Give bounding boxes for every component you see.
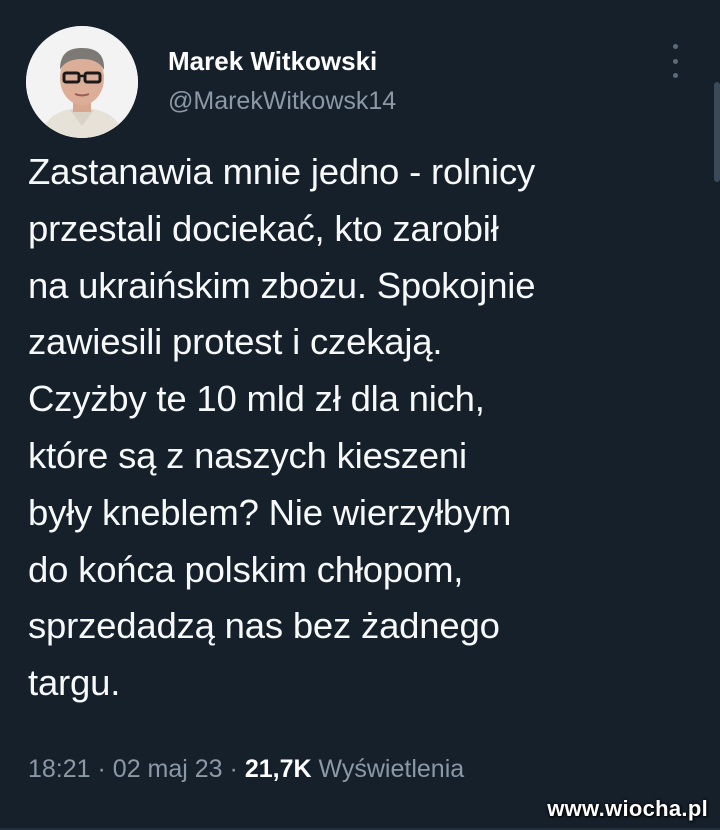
scrollbar[interactable]	[714, 82, 720, 182]
views-count[interactable]: 21,7K	[245, 755, 312, 783]
author-display-name[interactable]: Marek Witkowski	[168, 44, 396, 78]
tweet-time[interactable]: 18:21	[28, 755, 91, 783]
more-dot	[672, 44, 678, 49]
tweet-date[interactable]: 02 maj 23	[113, 755, 223, 783]
tweet-card: Marek Witkowski @MarekWitkowsk14 Zastana…	[0, 0, 720, 830]
meta-separator: ·	[97, 755, 106, 783]
watermark: www.wiocha.pl	[547, 796, 708, 821]
more-dot	[672, 58, 678, 64]
author-handle[interactable]: @MarekWitkowsk14	[168, 84, 396, 118]
tweet-text: Zastanawia mnie jedno - rolnicy przestal…	[28, 151, 536, 704]
views-label[interactable]: Wyświetlenia	[319, 755, 465, 783]
author-block: Marek Witkowski @MarekWitkowsk14	[168, 44, 396, 118]
tweet-meta: 18:21 · 02 maj 23 · 21,7K Wyświetlenia	[28, 752, 464, 786]
meta-separator: ·	[229, 755, 238, 783]
tweet-header: Marek Witkowski @MarekWitkowsk14	[26, 26, 690, 138]
more-dot	[672, 73, 678, 78]
avatar[interactable]	[26, 26, 138, 138]
more-vertical-icon[interactable]	[670, 44, 680, 78]
avatar-portrait-icon	[26, 26, 138, 138]
